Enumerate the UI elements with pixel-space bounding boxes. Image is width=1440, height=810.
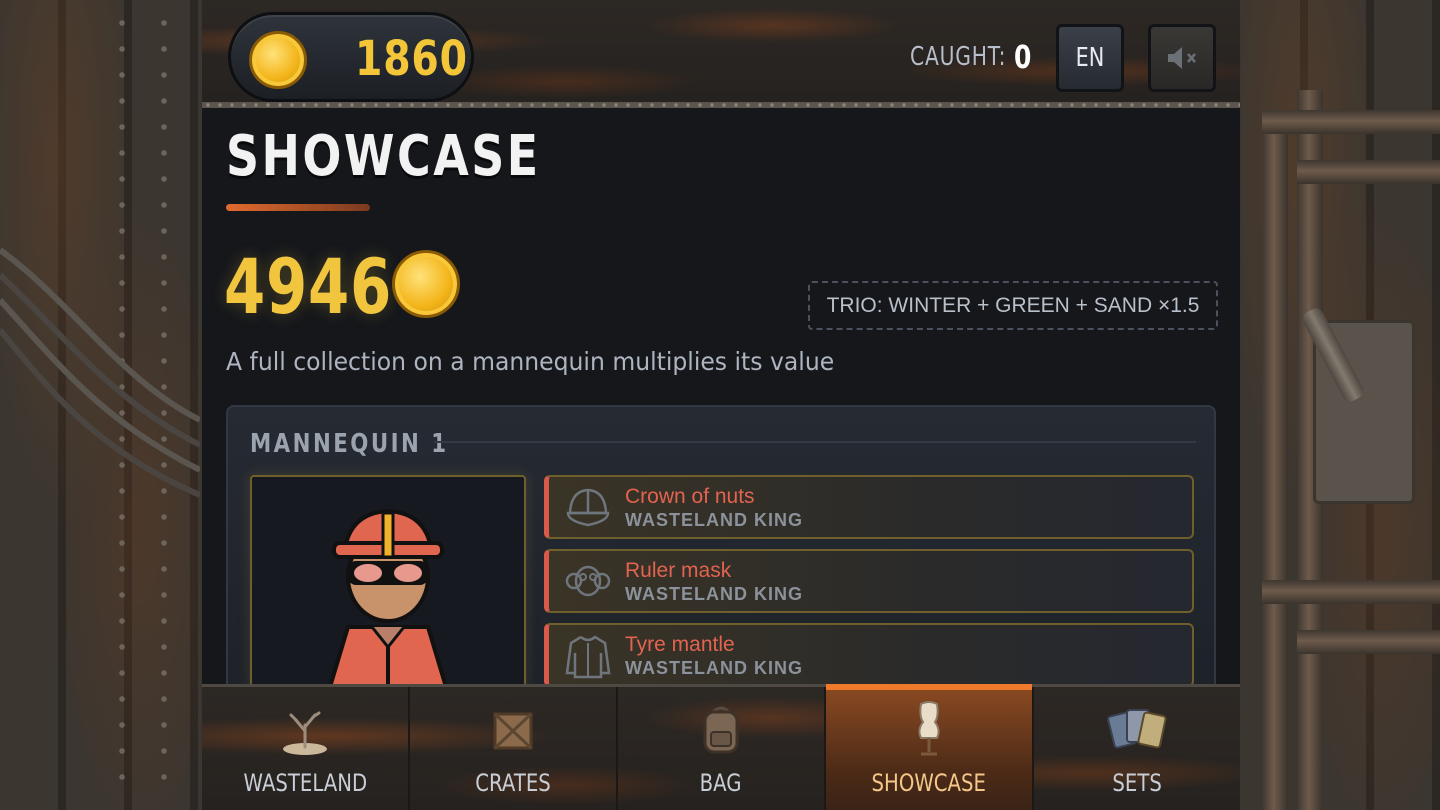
showcase-subtitle: A full collection on a mannequin multipl… [226,347,835,376]
tab-label: SHOWCASE [871,769,987,797]
gas-mask-icon [563,557,613,607]
jacket-icon [563,631,613,681]
coin-balance: 1860 [228,12,474,102]
tab-label: WASTELAND [243,769,367,797]
slot-item-set: WASTELAND KING [625,584,803,604]
slot-item-set: WASTELAND KING [625,510,803,530]
pipe [1262,120,1288,810]
bottom-navigation: WASTELAND CRATES BAG SHOWCASE SETS [202,684,1240,810]
backpack-icon [691,699,751,759]
sound-toggle-button[interactable] [1148,24,1216,92]
mannequin-figure[interactable] [250,475,526,703]
slot-item-name: Crown of nuts [625,485,755,508]
mannequin-label: MANNEQUIN 1 [250,429,449,459]
slot-item-name: Tyre mantle [625,633,735,656]
pipe [1262,580,1440,604]
tab-sets[interactable]: SETS [1034,687,1240,810]
trio-bonus-text: TRIO: WINTER + GREEN + SAND ×1.5 [826,293,1200,317]
page-title: SHOWCASE [226,124,541,189]
speaker-muted-icon [1168,47,1196,69]
tab-label: BAG [700,769,742,797]
slot-item-name: Ruler mask [625,559,732,582]
tab-bag[interactable]: BAG [618,687,826,810]
dead-tree-icon [275,699,335,759]
pipe [1297,160,1440,184]
coin-icon [249,31,307,89]
helmet-icon [563,483,613,533]
title-underline [226,204,370,211]
equipment-slot-body[interactable]: Tyre mantle WASTELAND KING [544,623,1194,687]
cards-icon [1107,699,1167,759]
slot-item-set: WASTELAND KING [625,658,803,678]
language-label: EN [1075,43,1105,73]
tab-wasteland[interactable]: WASTELAND [202,687,410,810]
mannequin-character-icon [327,508,449,689]
trio-bonus-badge: TRIO: WINTER + GREEN + SAND ×1.5 [808,281,1218,330]
coin-count: 1860 [355,31,468,87]
mannequin-card: MANNEQUIN 1 Crown of nuts WASTELAND KING… [226,405,1216,705]
pipe [1262,110,1440,134]
tab-label: SETS [1112,769,1162,797]
crate-icon [483,699,543,759]
caught-count: 0 [1014,38,1032,76]
pipe [1297,630,1440,654]
tab-crates[interactable]: CRATES [410,687,618,810]
divider [434,441,1196,443]
language-button[interactable]: EN [1056,24,1124,92]
left-wall-backdrop [0,0,200,810]
caught-label: CAUGHT: [910,42,1007,72]
cables-decoration [0,247,200,498]
equipment-slot-face[interactable]: Ruler mask WASTELAND KING [544,549,1194,613]
coin-icon [392,250,460,318]
tab-showcase[interactable]: SHOWCASE [826,684,1034,810]
dress-form-icon [899,699,959,759]
top-bar: 1860 CAUGHT: 0 EN [202,0,1240,108]
tab-label: CRATES [475,769,551,797]
equipment-slot-head[interactable]: Crown of nuts WASTELAND KING [544,475,1194,539]
showcase-total-value: 4946 [224,242,393,331]
game-panel: 1860 CAUGHT: 0 EN SHOWCASE 4946 TRIO: WI… [200,0,1242,810]
